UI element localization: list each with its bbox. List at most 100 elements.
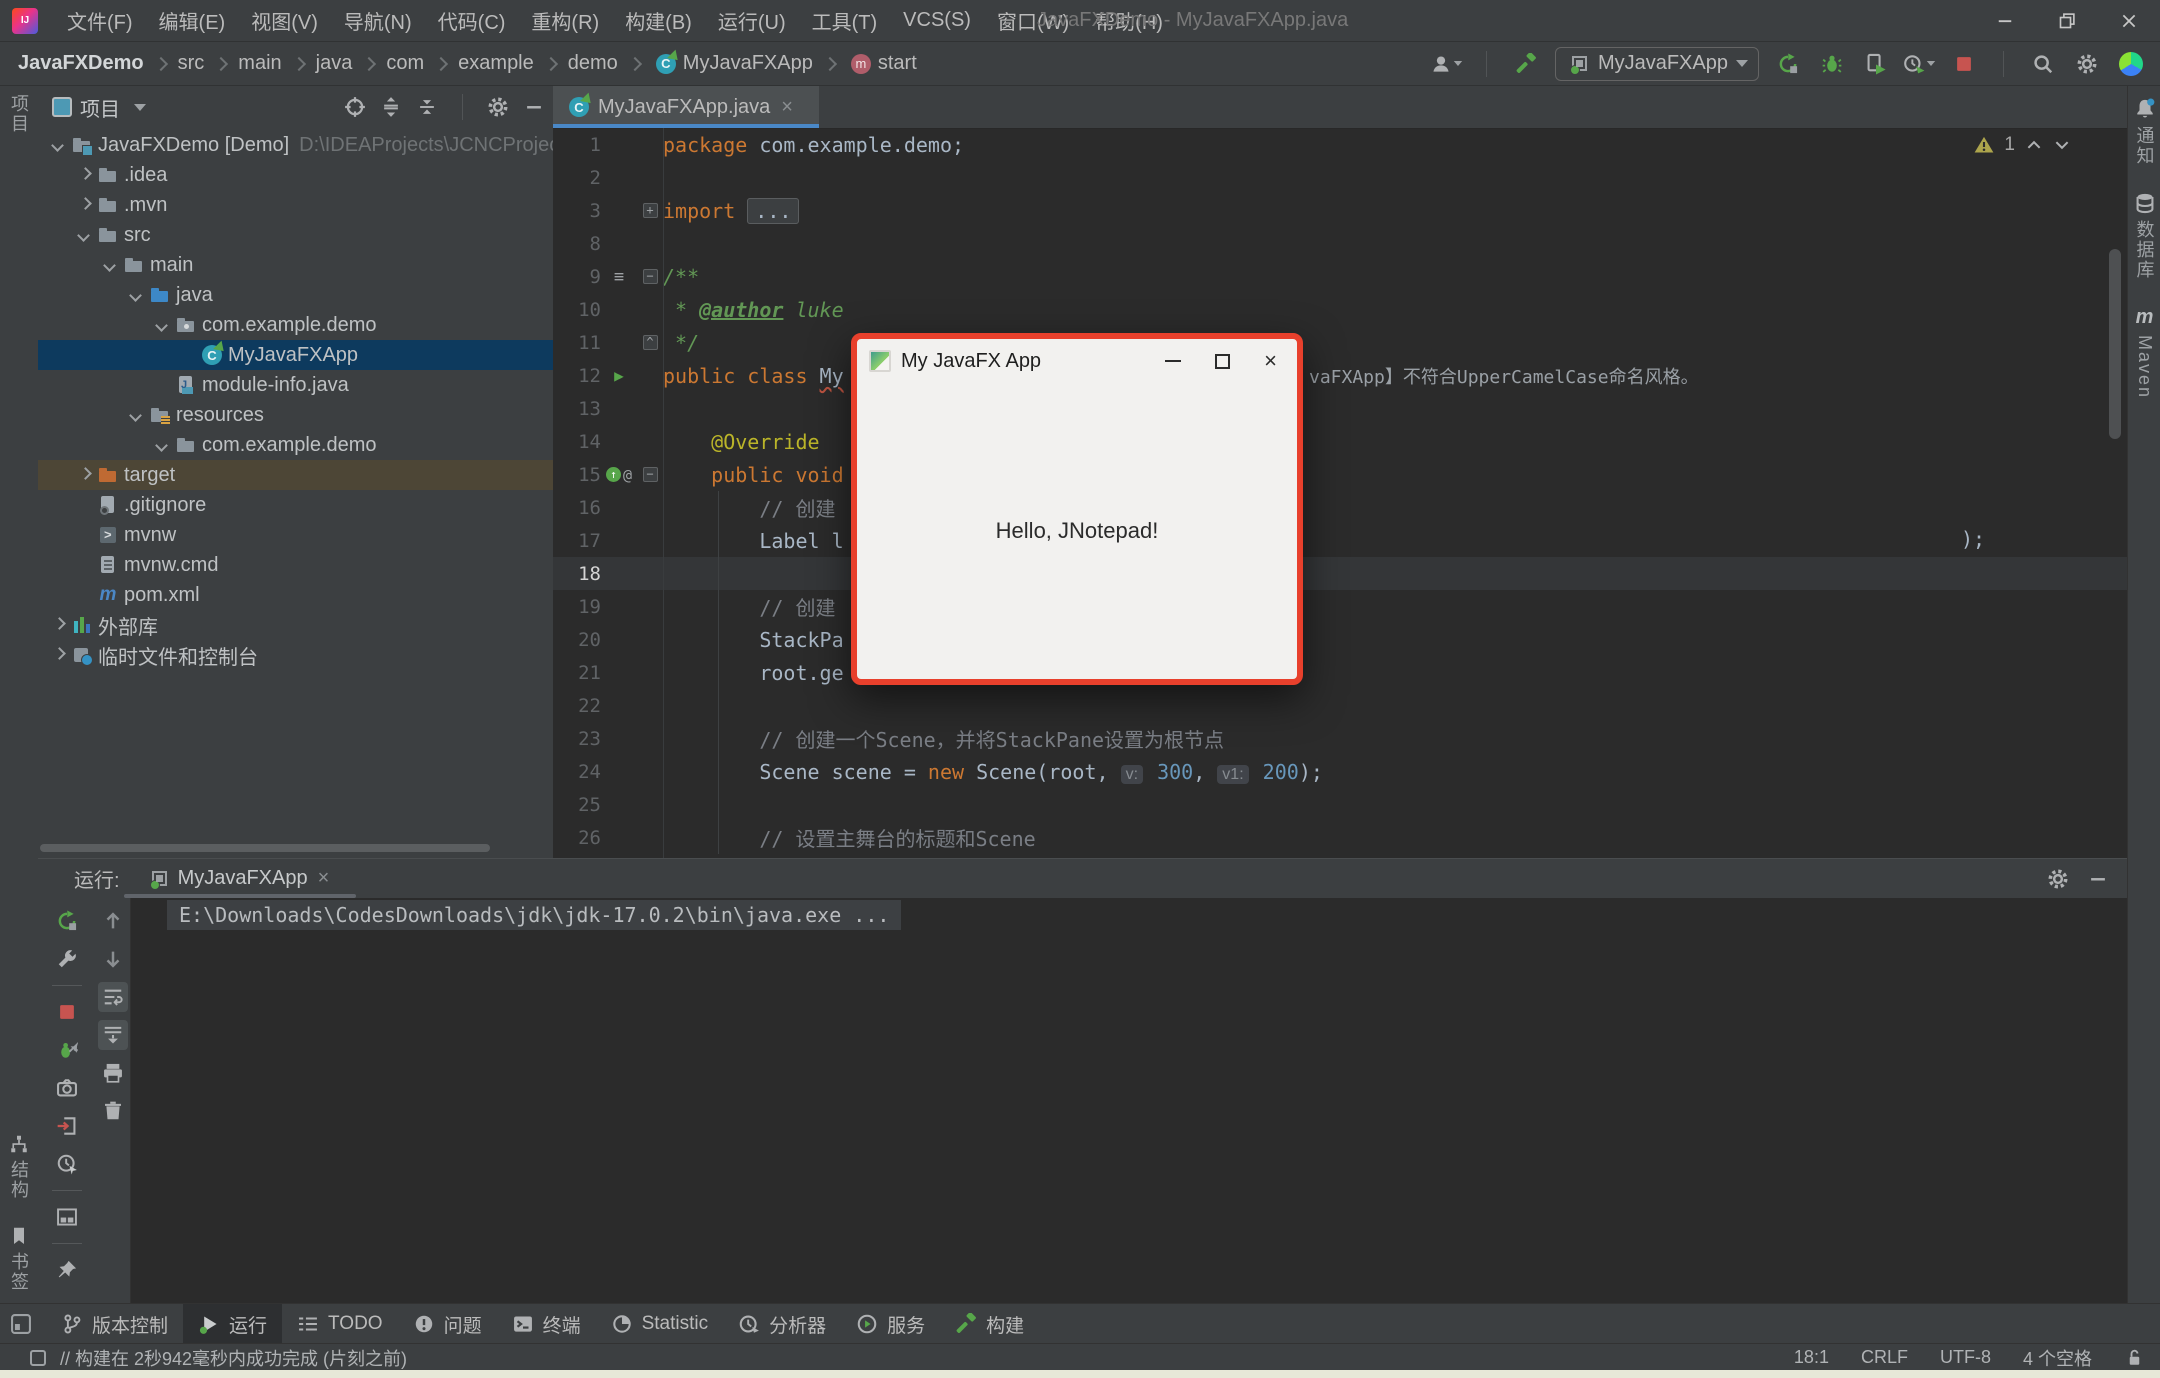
fold-collapse-icon[interactable]: − xyxy=(637,269,663,284)
up-icon[interactable] xyxy=(98,906,128,936)
tree-chevron-icon[interactable] xyxy=(74,465,94,485)
settings-gear-icon[interactable] xyxy=(2072,49,2102,79)
tree-chevron-icon[interactable] xyxy=(100,255,120,275)
menu-构建B[interactable]: 构建(B) xyxy=(612,6,705,35)
menu-工具T[interactable]: 工具(T) xyxy=(799,6,891,35)
code-line-19[interactable]: 19 // 创建 xyxy=(553,590,2127,623)
override-gutter-icon[interactable]: ↑@ xyxy=(601,466,637,484)
tree-chevron-icon[interactable] xyxy=(48,645,68,665)
breadcrumb-item[interactable]: example xyxy=(458,52,534,75)
code-line-1[interactable]: 1package com.example.demo; xyxy=(553,128,2127,161)
breadcrumb-item[interactable]: main xyxy=(238,52,281,75)
code-line-25[interactable]: 25 xyxy=(553,788,2127,821)
menu-运行U[interactable]: 运行(U) xyxy=(705,6,799,35)
run-console[interactable]: E:\Downloads\CodesDownloads\jdk\jdk-17.0… xyxy=(130,898,2127,1304)
editor-tab-myjavafxapp[interactable]: C MyJavaFXApp.java × xyxy=(553,86,819,128)
tree-item-.mvn[interactable]: .mvn xyxy=(38,190,553,220)
code-line-9[interactable]: 9≡−/** xyxy=(553,260,2127,293)
fold-collapse-icon[interactable]: − xyxy=(637,467,663,482)
tree-item-MyJavaFXApp[interactable]: CMyJavaFXApp xyxy=(38,340,553,370)
panel-settings-gear-icon[interactable] xyxy=(487,96,509,118)
code-line-18[interactable]: 18 xyxy=(553,557,2127,590)
close-icon[interactable]: × xyxy=(1264,350,1277,372)
tool-window-tab-版本控制[interactable]: 版本控制 xyxy=(46,1304,183,1344)
tree-item-.gitignore[interactable]: .gitignore xyxy=(38,490,553,520)
fold-expand-icon[interactable]: + xyxy=(637,203,663,218)
ai-assistant-icon[interactable] xyxy=(2116,49,2146,79)
wrench-icon[interactable] xyxy=(52,944,82,974)
expand-all-icon[interactable] xyxy=(380,96,402,118)
scrollend-icon[interactable] xyxy=(98,1020,128,1050)
next-problem-icon[interactable] xyxy=(2053,134,2071,156)
tree-chevron-icon[interactable] xyxy=(126,405,146,425)
inspections-widget[interactable]: 1 xyxy=(1974,134,2071,156)
run-panel-settings-gear-icon[interactable] xyxy=(2047,868,2069,890)
tree-item-pom.xml[interactable]: mpom.xml xyxy=(38,580,553,610)
sidebar-item-structure[interactable]: 结构 xyxy=(0,1134,38,1200)
code-line-11[interactable]: 11^ */ xyxy=(553,326,2127,359)
breadcrumb-item[interactable]: java xyxy=(316,52,353,75)
vertical-scrollbar[interactable] xyxy=(2109,249,2121,439)
trash-icon[interactable] xyxy=(98,1096,128,1126)
status-panel-icon[interactable] xyxy=(30,1350,46,1366)
menu-代码C[interactable]: 代码(C) xyxy=(425,6,519,35)
close-tab-icon[interactable]: × xyxy=(318,867,330,890)
tree-item-mvnw.cmd[interactable]: mvnw.cmd xyxy=(38,550,553,580)
horizontal-scrollbar[interactable] xyxy=(40,844,490,852)
maximize-icon[interactable] xyxy=(1215,354,1230,369)
code-line-21[interactable]: 21 root.ge xyxy=(553,656,2127,689)
javafx-app-window[interactable]: My JavaFX App × Hello, JNotepad! xyxy=(851,333,1303,685)
close-tab-icon[interactable]: × xyxy=(781,96,793,119)
layout-icon[interactable] xyxy=(52,1202,82,1232)
tool-window-tab-TODO[interactable]: TODO xyxy=(282,1304,398,1344)
tree-item-JavaFXDemo-Demo-[interactable]: JavaFXDemo [Demo]D:\IDEAProjects\JCNCPro… xyxy=(38,130,553,160)
javafx-titlebar[interactable]: My JavaFX App × xyxy=(857,339,1297,383)
sidebar-item-bookmarks[interactable]: 书签 xyxy=(0,1226,38,1292)
print-icon[interactable] xyxy=(98,1058,128,1088)
prev-problem-icon[interactable] xyxy=(2025,134,2043,156)
rerun-icon[interactable] xyxy=(1773,49,1803,79)
tree-item-resources[interactable]: resources xyxy=(38,400,553,430)
minimize-icon[interactable] xyxy=(1165,360,1181,362)
tool-window-tab-Statistic[interactable]: Statistic xyxy=(596,1304,724,1344)
code-line-12[interactable]: 12▶public class MyvaFXApp】不符合UpperCamelC… xyxy=(553,359,2127,392)
tool-window-tab-构建[interactable]: 构建 xyxy=(940,1304,1039,1344)
user-account-icon[interactable] xyxy=(1432,49,1462,79)
restore-icon[interactable] xyxy=(2036,0,2098,41)
tree-chevron-icon[interactable] xyxy=(48,135,68,155)
sidebar-item-maven[interactable]: m Maven xyxy=(2126,306,2160,399)
code-editor[interactable]: 1package com.example.demo;23+import ...8… xyxy=(553,128,2127,858)
breadcrumb-item[interactable]: CMyJavaFXApp xyxy=(652,52,813,75)
caret-position[interactable]: 18:1 xyxy=(1794,1347,1829,1368)
tree-item-src[interactable]: src xyxy=(38,220,553,250)
stop-icon[interactable] xyxy=(1949,49,1979,79)
menu-编辑E[interactable]: 编辑(E) xyxy=(146,6,239,35)
tool-window-tab-问题[interactable]: 问题 xyxy=(398,1304,497,1344)
tree-item-module-info.java[interactable]: Jmodule-info.java xyxy=(38,370,553,400)
hide-panel-icon[interactable] xyxy=(523,96,545,118)
tool-window-tab-运行[interactable]: 运行 xyxy=(183,1304,282,1344)
tree-item-com.example.demo[interactable]: com.example.demo xyxy=(38,310,553,340)
tree-item-临时文件和控制台[interactable]: 临时文件和控制台 xyxy=(38,640,553,670)
breadcrumb-item[interactable]: com xyxy=(386,52,424,75)
attach-icon[interactable] xyxy=(52,1035,82,1065)
fold-end-icon[interactable]: ^ xyxy=(637,335,663,350)
tree-item-target[interactable]: target xyxy=(38,460,553,490)
run-tab-myjavafxapp[interactable]: MyJavaFXApp × xyxy=(146,859,330,898)
menu-重构R[interactable]: 重构(R) xyxy=(518,6,612,35)
sidebar-item-notifications[interactable]: 通知 xyxy=(2126,98,2160,166)
down-icon[interactable] xyxy=(98,944,128,974)
tree-item-com.example.demo[interactable]: com.example.demo xyxy=(38,430,553,460)
tree-item-.idea[interactable]: .idea xyxy=(38,160,553,190)
hide-panel-icon[interactable] xyxy=(2087,868,2109,890)
breadcrumb-item[interactable]: demo xyxy=(568,52,618,75)
menu-导航N[interactable]: 导航(N) xyxy=(331,6,425,35)
code-line-17[interactable]: 17 Label l); xyxy=(553,524,2127,557)
indent-setting[interactable]: 4 个空格 xyxy=(2023,1345,2092,1371)
menu-文件F[interactable]: 文件(F) xyxy=(54,6,146,35)
debug-icon[interactable] xyxy=(1817,49,1847,79)
tree-chevron-icon[interactable] xyxy=(74,195,94,215)
menu-VCSS[interactable]: VCS(S) xyxy=(890,9,984,32)
code-line-14[interactable]: 14 @Override xyxy=(553,425,2127,458)
tree-chevron-icon[interactable] xyxy=(74,165,94,185)
